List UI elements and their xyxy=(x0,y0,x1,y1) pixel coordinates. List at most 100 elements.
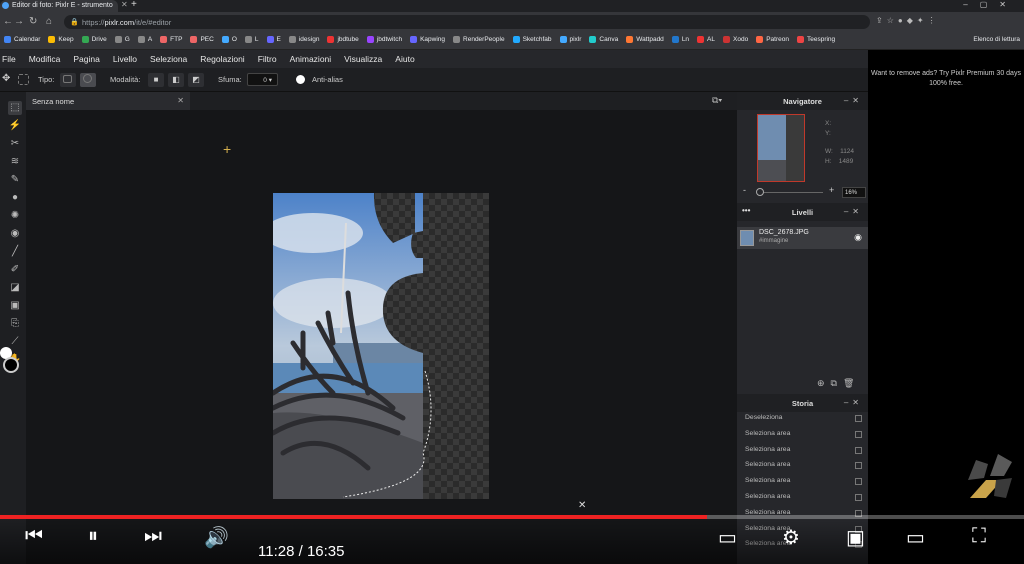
bookmark-item[interactable]: Teespring xyxy=(793,36,839,43)
history-checkbox[interactable] xyxy=(855,430,862,438)
move-icon[interactable]: ✥ xyxy=(2,73,10,84)
visibility-eye-icon[interactable]: ◉ xyxy=(854,232,862,243)
panel-controls-icon[interactable]: –✕ xyxy=(844,398,863,407)
bookmark-item[interactable]: Keep xyxy=(44,36,77,43)
history-checkbox[interactable] xyxy=(855,462,862,470)
navigator-thumbnail[interactable] xyxy=(757,114,805,182)
liquify-tool-icon[interactable]: ≋ xyxy=(8,155,22,169)
next-icon[interactable]: ⏭ xyxy=(144,525,162,548)
history-checkbox[interactable] xyxy=(855,415,862,422)
menu-file[interactable]: File xyxy=(2,50,16,64)
history-checkbox[interactable] xyxy=(855,446,862,454)
bookmark-item[interactable]: E xyxy=(263,36,285,43)
history-checkbox[interactable] xyxy=(855,493,862,501)
browser-tab[interactable]: Editor di foto: Pixlr E - strumento xyxy=(0,0,118,12)
zoom-value[interactable]: 16% xyxy=(842,187,866,198)
bookmark-item[interactable]: Calendar xyxy=(0,36,44,43)
bookmark-item[interactable]: idesign xyxy=(285,36,324,43)
bookmark-item[interactable]: AL xyxy=(693,36,719,43)
menu-aiuto[interactable]: Aiuto xyxy=(395,50,414,64)
heal-tool-icon[interactable]: ✺ xyxy=(8,209,22,223)
history-item[interactable]: Seleziona area xyxy=(737,475,868,491)
menu-livello[interactable]: Livello xyxy=(113,50,137,64)
fill-tool-icon[interactable]: ▣ xyxy=(8,299,22,313)
zoom-in-icon[interactable]: + xyxy=(829,185,834,195)
clone-tool-icon[interactable]: ⎘ xyxy=(8,317,22,331)
canvas-image[interactable] xyxy=(273,193,489,499)
layers-menu-icon[interactable]: ••• xyxy=(742,206,750,215)
marquee-tool-icon[interactable]: ⬚ xyxy=(8,101,22,115)
subtitles-icon[interactable]: ▭ xyxy=(718,525,737,550)
bookmark-item[interactable]: Wattpadd xyxy=(622,36,668,43)
arrange-icon[interactable]: ⧉▾ xyxy=(712,95,722,106)
zoom-out-icon[interactable]: - xyxy=(743,185,746,195)
previous-icon[interactable]: ⏮ xyxy=(25,525,43,548)
bookmark-item[interactable]: Patreon xyxy=(752,36,793,43)
bookmark-item[interactable]: Kapwing xyxy=(406,36,449,43)
settings-gear-icon[interactable]: ⚙ xyxy=(782,525,800,550)
layer-actions[interactable]: ⊕⧉🗑 xyxy=(817,378,860,389)
bookmark-item[interactable]: Sketchfab xyxy=(509,36,556,43)
shape-ellipse-button[interactable] xyxy=(80,73,96,87)
theater-mode-icon[interactable]: ▭ xyxy=(906,525,925,550)
wand-tool-icon[interactable]: ⚡ xyxy=(8,119,22,133)
history-item[interactable]: Deseleziona xyxy=(737,412,868,428)
history-item[interactable]: Seleziona area xyxy=(737,491,868,507)
eyedropper-tool-icon[interactable]: ⟋ xyxy=(8,335,22,349)
menu-filtro[interactable]: Filtro xyxy=(258,50,277,64)
menu-seleziona[interactable]: Seleziona xyxy=(150,50,187,64)
new-tab-button[interactable]: + xyxy=(131,0,137,10)
reload-icon[interactable]: ↻ xyxy=(29,16,37,27)
close-document-icon[interactable]: ✕ xyxy=(177,96,184,105)
fullscreen-icon[interactable]: ⛶ xyxy=(972,525,986,548)
menu-animazioni[interactable]: Animazioni xyxy=(290,50,332,64)
bookmark-item[interactable]: L xyxy=(241,36,263,43)
menu-modifica[interactable]: Modifica xyxy=(29,50,61,64)
menu-regolazioni[interactable]: Regolazioni xyxy=(200,50,244,64)
shape-rect-button[interactable] xyxy=(60,73,76,87)
menu-visualizza[interactable]: Visualizza xyxy=(344,50,382,64)
reading-list-link[interactable]: Elenco di lettura xyxy=(969,36,1024,43)
panel-controls-icon[interactable]: –✕ xyxy=(844,207,863,216)
volume-icon[interactable]: 🔊 xyxy=(204,525,229,550)
feather-input[interactable]: 0 ▾ xyxy=(247,73,278,86)
bookmark-item[interactable]: jbdtwitch xyxy=(363,36,406,43)
history-checkbox[interactable] xyxy=(855,478,862,486)
bookmark-item[interactable]: A xyxy=(134,36,156,43)
zoom-slider[interactable] xyxy=(757,192,823,193)
bookmark-item[interactable]: FTP xyxy=(156,36,186,43)
background-color-swatch[interactable] xyxy=(3,357,19,373)
pencil-tool-icon[interactable]: ✐ xyxy=(8,263,22,277)
bookmark-item[interactable]: RenderPeople xyxy=(449,36,509,43)
brush-tool-icon[interactable]: ╱ xyxy=(8,245,22,259)
mode-subtract-button[interactable]: ◩ xyxy=(188,73,204,87)
bookmark-item[interactable]: Ln xyxy=(668,36,693,43)
bookmark-item[interactable]: G xyxy=(111,36,134,43)
mode-new-button[interactable]: ■ xyxy=(148,73,164,87)
back-icon[interactable]: ← xyxy=(3,16,13,27)
marquee-options-icon[interactable] xyxy=(18,74,29,85)
cut-tool-icon[interactable]: ✂ xyxy=(8,137,22,151)
history-item[interactable]: Seleziona area xyxy=(737,444,868,460)
history-item[interactable]: Seleziona area xyxy=(737,459,868,475)
tab-close-icon[interactable]: ✕ xyxy=(121,0,128,9)
home-icon[interactable]: ⌂ xyxy=(46,16,52,27)
bookmark-item[interactable]: Drive xyxy=(78,36,111,43)
mode-add-button[interactable]: ◧ xyxy=(168,73,184,87)
drop-tool-icon[interactable]: ● xyxy=(8,191,22,205)
bookmark-item[interactable]: pixlr xyxy=(556,36,586,43)
extension-icons[interactable]: ⇪☆●◆✦⋮ xyxy=(876,16,940,25)
pause-icon[interactable]: ⏸ xyxy=(88,525,98,548)
window-controls[interactable]: –▢✕ xyxy=(963,0,1018,9)
bookmark-item[interactable]: Canva xyxy=(585,36,622,43)
history-item[interactable]: Seleziona area xyxy=(737,428,868,444)
layer-row[interactable]: DSC_2678.JPG #immagine ◉ xyxy=(737,227,868,249)
bookmark-item[interactable]: PEC xyxy=(186,36,217,43)
draw-tool-icon[interactable]: ✎ xyxy=(8,173,22,187)
miniplayer-icon[interactable]: ▣ xyxy=(846,525,865,550)
eraser-tool-icon[interactable]: ◪ xyxy=(8,281,22,295)
url-field[interactable]: 🔒 https://pixlr.com/it/e/#editor xyxy=(64,15,870,29)
forward-icon[interactable]: → xyxy=(14,16,24,27)
menu-pagina[interactable]: Pagina xyxy=(73,50,99,64)
video-overlay-close-icon[interactable]: ✕ xyxy=(578,500,586,511)
